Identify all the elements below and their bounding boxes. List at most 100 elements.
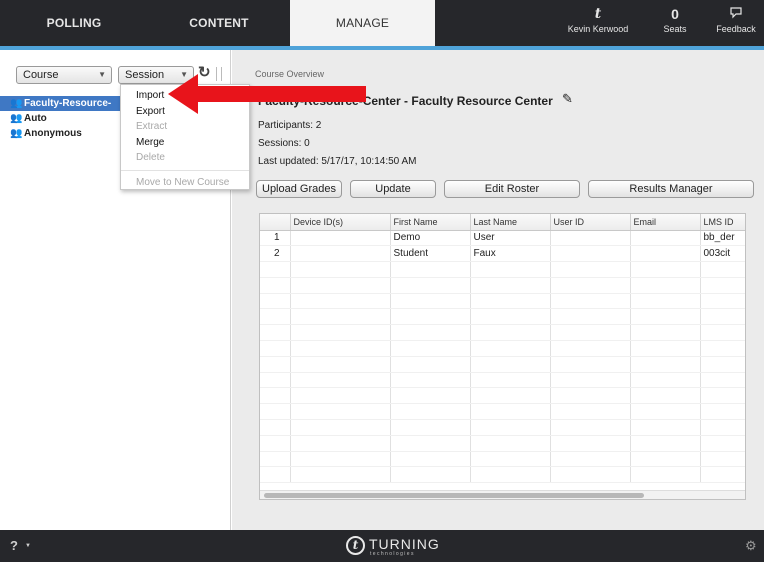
user-name: Kevin Kerwood	[567, 24, 629, 34]
table-cell	[700, 308, 745, 326]
menu-item-merge[interactable]: Merge	[121, 135, 249, 151]
table-cell[interactable]: Demo	[390, 230, 471, 247]
table-cell[interactable]: Student	[390, 245, 471, 263]
table-row-empty	[260, 308, 745, 326]
tree-item-label: Anonymous	[24, 128, 82, 139]
results-manager-button[interactable]: Results Manager	[588, 180, 754, 198]
table-cell	[630, 419, 701, 436]
table-cell	[470, 419, 551, 436]
table-cell	[550, 387, 631, 405]
table-cell	[390, 324, 471, 342]
table-cell	[630, 293, 701, 310]
table-cell	[550, 419, 631, 436]
table-row-empty	[260, 403, 745, 421]
menu-divider	[121, 169, 249, 171]
table-cell	[470, 324, 551, 342]
tab-polling[interactable]: POLLING	[0, 0, 148, 46]
table-cell	[550, 466, 631, 484]
table-cell	[700, 261, 745, 278]
table-cell	[290, 466, 391, 484]
table-row[interactable]: 1 Demo User bb_der	[260, 230, 745, 247]
table-cell[interactable]: bb_der	[700, 230, 745, 247]
table-cell[interactable]	[290, 245, 391, 263]
table-row-empty	[260, 293, 745, 310]
table-cell[interactable]	[290, 230, 391, 247]
user-account-button[interactable]: t Kevin Kerwood	[556, 4, 640, 44]
table-cell	[260, 308, 291, 326]
column-header-first-name[interactable]: First Name	[390, 214, 471, 231]
gear-icon[interactable]: ⚙	[745, 538, 757, 554]
table-cell[interactable]: User	[470, 230, 551, 247]
course-overview-panel: Course Overview Faculty-Resource-Center …	[232, 50, 764, 530]
table-cell	[700, 324, 745, 342]
column-header-lms-id[interactable]: LMS ID	[700, 214, 745, 231]
participants-icon: 👥	[10, 128, 23, 139]
table-cell	[260, 419, 291, 436]
table-cell	[260, 372, 291, 389]
feedback-button[interactable]: Feedback	[710, 4, 762, 44]
table-cell[interactable]: Faux	[470, 245, 551, 263]
table-row-empty	[260, 451, 745, 468]
menu-item-delete: Delete	[136, 152, 165, 163]
table-cell	[290, 261, 391, 278]
feedback-label: Feedback	[716, 24, 756, 34]
table-cell[interactable]	[550, 245, 631, 263]
seats-button[interactable]: 0 Seats	[650, 4, 700, 44]
roster-table[interactable]: Device ID(s) First Name Last Name User I…	[259, 213, 746, 500]
table-row-empty	[260, 372, 745, 389]
table-cell	[290, 435, 391, 452]
table-cell	[390, 435, 471, 452]
pencil-icon[interactable]: ✎	[562, 91, 573, 107]
table-header-row: Device ID(s) First Name Last Name User I…	[260, 214, 745, 231]
table-row-empty	[260, 261, 745, 278]
table-cell[interactable]: 003cit	[700, 245, 745, 263]
update-button[interactable]: Update	[350, 180, 436, 198]
table-cell	[700, 293, 745, 310]
table-cell	[260, 435, 291, 452]
table-cell	[630, 466, 701, 484]
scrollbar-thumb[interactable]	[264, 493, 644, 498]
menu-item-move-to-new-course: Move to New Course	[136, 176, 230, 188]
table-cell	[630, 387, 701, 405]
bottom-bar: ? ▼ t TURNING technologies ⚙	[0, 530, 764, 562]
table-cell	[260, 466, 291, 484]
table-cell[interactable]	[630, 230, 701, 247]
table-cell	[550, 356, 631, 373]
course-dropdown[interactable]: Course ▼	[16, 66, 112, 84]
table-cell[interactable]	[630, 245, 701, 263]
tab-manage[interactable]: MANAGE	[290, 0, 435, 46]
chevron-down-icon: ▼	[25, 543, 31, 549]
table-cell	[260, 293, 291, 310]
column-header-last-name[interactable]: Last Name	[470, 214, 551, 231]
horizontal-scrollbar[interactable]	[260, 490, 745, 499]
table-cell[interactable]	[550, 230, 631, 247]
column-header-index[interactable]	[260, 214, 291, 231]
participants-icon: 👥	[10, 113, 23, 124]
feedback-icon	[710, 4, 762, 24]
table-row-empty	[260, 277, 745, 294]
session-dropdown-value: Session	[125, 69, 165, 81]
table-cell	[470, 340, 551, 357]
table-row[interactable]: 2 Student Faux 003cit	[260, 245, 745, 263]
column-header-device-ids[interactable]: Device ID(s)	[290, 214, 391, 231]
table-cell	[260, 340, 291, 357]
table-cell	[470, 261, 551, 278]
tab-content[interactable]: CONTENT	[148, 0, 290, 46]
table-row-empty	[260, 466, 745, 484]
chevron-down-icon: ▼	[98, 70, 106, 79]
table-cell	[290, 356, 391, 373]
table-cell	[550, 293, 631, 310]
upload-grades-button[interactable]: Upload Grades	[256, 180, 342, 198]
column-header-user-id[interactable]: User ID	[550, 214, 631, 231]
table-cell	[390, 277, 471, 294]
edit-roster-button[interactable]: Edit Roster	[444, 180, 580, 198]
table-cell	[630, 435, 701, 452]
table-cell	[630, 277, 701, 294]
table-cell	[290, 324, 391, 342]
table-row-empty	[260, 419, 745, 436]
table-cell	[470, 277, 551, 294]
column-header-email[interactable]: Email	[630, 214, 701, 231]
turning-user-icon: t	[594, 6, 602, 22]
help-icon[interactable]: ?	[10, 538, 18, 553]
table-row-empty	[260, 435, 745, 452]
